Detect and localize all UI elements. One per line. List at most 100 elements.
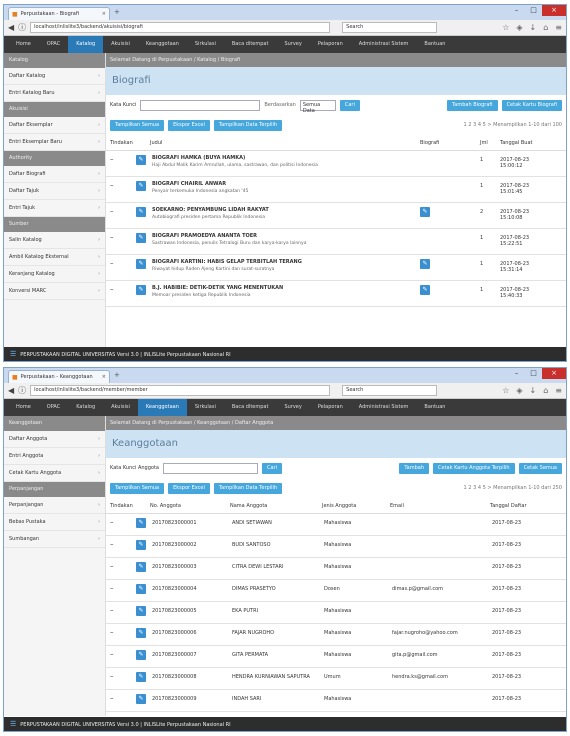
sidebar-item[interactable]: Daftar Tajuk › xyxy=(4,183,105,200)
export-excel-button[interactable]: Ekspor Excel xyxy=(168,482,210,494)
col-date[interactable]: Tanggal Buat xyxy=(500,140,532,146)
sidebar-item[interactable]: Konversi MARC › xyxy=(4,283,105,300)
edit-icon[interactable]: ✎ xyxy=(136,694,146,704)
bio-title[interactable]: SOEKARNO: PENYAMBUNG LIDAH RAKYAT xyxy=(152,207,420,213)
menu-item[interactable]: Keanggotaan xyxy=(137,399,187,416)
search-button[interactable]: Cari xyxy=(261,462,282,474)
show-all-button[interactable]: Tampilkan Semua xyxy=(110,119,165,131)
col-member-no[interactable]: No. Anggota xyxy=(150,503,230,509)
menu-item[interactable]: Baca ditempat xyxy=(224,399,277,416)
shield-icon[interactable]: ◈ xyxy=(516,386,522,395)
bio-title[interactable]: BIOGRAFI HAMKA (BUYA HAMKA) xyxy=(152,155,420,161)
back-icon[interactable]: ◀ xyxy=(8,386,14,395)
download-icon[interactable]: ↓ xyxy=(530,386,537,395)
edit-icon[interactable]: ✎ xyxy=(136,606,146,616)
info-icon[interactable]: ⓘ xyxy=(18,385,26,396)
collapse-icon[interactable]: – xyxy=(110,155,122,163)
home-icon[interactable]: ⌂ xyxy=(543,23,548,32)
menu-item[interactable]: Bantuan xyxy=(416,36,453,53)
browser-tab[interactable]: ■ Perpustakaan - Keanggotaan × xyxy=(8,370,110,383)
document-icon[interactable]: ✎ xyxy=(420,207,430,217)
star-icon[interactable]: ☆ xyxy=(502,386,509,395)
sidebar-item[interactable]: Entri Eksemplar Baru › xyxy=(4,134,105,151)
shield-icon[interactable]: ◈ xyxy=(516,23,522,32)
col-member-type[interactable]: Jenis Anggota xyxy=(322,503,390,509)
collapse-icon[interactable]: – xyxy=(110,650,122,658)
browser-search-input[interactable]: Search xyxy=(342,22,438,33)
pagination[interactable]: 1 2 3 4 5 > Menampilkan 1-10 dari 100 xyxy=(464,122,562,128)
sidebar-item[interactable]: Daftar Eksemplar › xyxy=(4,117,105,134)
menu-item[interactable]: Akuisisi xyxy=(103,399,138,416)
edit-icon[interactable]: ✎ xyxy=(136,155,146,165)
url-bar[interactable]: localhost/inlislite3/backend/akuisisi/bi… xyxy=(30,22,331,33)
edit-icon[interactable]: ✎ xyxy=(136,650,146,660)
collapse-icon[interactable]: – xyxy=(110,518,122,526)
show-all-button[interactable]: Tampilkan Semua xyxy=(110,482,165,494)
edit-icon[interactable]: ✎ xyxy=(136,540,146,550)
collapse-icon[interactable]: – xyxy=(110,584,122,592)
maximize-icon[interactable]: □ xyxy=(525,368,542,379)
show-selected-button[interactable]: Tampilkan Data Terpilih xyxy=(213,482,283,494)
edit-icon[interactable]: ✎ xyxy=(136,672,146,682)
new-tab-icon[interactable]: + xyxy=(114,8,120,16)
sidebar-item[interactable]: Perpanjangan › xyxy=(4,497,105,514)
pagination[interactable]: 1 2 3 4 5 > Menampilkan 1-10 dari 250 xyxy=(464,485,562,491)
col-member-name[interactable]: Nama Anggota xyxy=(230,503,322,509)
menu-item[interactable]: Katalog xyxy=(68,399,103,416)
menu-icon[interactable]: ≡ xyxy=(555,23,562,32)
show-selected-button[interactable]: Tampilkan Data Terpilih xyxy=(213,119,283,131)
collapse-icon[interactable]: – xyxy=(110,285,122,293)
add-biografi-button[interactable]: Tambah Biografi xyxy=(447,99,498,111)
bio-title[interactable]: BIOGRAFI KARTINI: HABIS GELAP TERBITLAH … xyxy=(152,259,420,265)
menu-item[interactable]: Katalog xyxy=(68,36,104,53)
sidebar-item[interactable]: Cetak Kartu Anggota › xyxy=(4,465,105,482)
export-excel-button[interactable]: Ekspor Excel xyxy=(168,119,210,131)
url-bar[interactable]: localhost/inlislite3/backend/member/memb… xyxy=(30,385,331,396)
menu-item[interactable]: Home xyxy=(8,36,39,53)
edit-icon[interactable]: ✎ xyxy=(136,584,146,594)
collapse-icon[interactable]: – xyxy=(110,672,122,680)
print-all-button[interactable]: Cetak Semua xyxy=(518,462,562,474)
menu-item[interactable]: Pelaporan xyxy=(310,399,351,416)
maximize-icon[interactable]: □ xyxy=(525,5,542,16)
star-icon[interactable]: ☆ xyxy=(502,23,509,32)
sidebar-item[interactable]: Entri Tajuk › xyxy=(4,200,105,217)
menu-item[interactable]: Akuisisi xyxy=(103,36,138,53)
edit-icon[interactable]: ✎ xyxy=(136,518,146,528)
print-card-button[interactable]: Cetak Kartu Biografi xyxy=(501,99,562,111)
filter-select[interactable]: Semua Data xyxy=(299,99,336,114)
print-selected-card-button[interactable]: Cetak Kartu Anggota Terpilih xyxy=(433,462,515,474)
close-window-icon[interactable]: × xyxy=(542,368,566,379)
collapse-icon[interactable]: – xyxy=(110,259,122,267)
sidebar-item[interactable]: Ambil Katalog Eksternal › xyxy=(4,249,105,266)
edit-icon[interactable]: ✎ xyxy=(136,285,146,295)
back-icon[interactable]: ◀ xyxy=(8,23,14,32)
col-title[interactable]: Judul xyxy=(150,140,420,146)
menu-icon[interactable]: ≡ xyxy=(555,386,562,395)
browser-search-input[interactable]: Search xyxy=(342,385,438,396)
menu-item[interactable]: Baca ditempat xyxy=(224,36,277,53)
bio-title[interactable]: BIOGRAFI PRAMOEDYA ANANTA TOER xyxy=(152,233,420,239)
col-email[interactable]: Email xyxy=(390,503,490,509)
col-register-date[interactable]: Tanggal Daftar xyxy=(490,503,527,509)
menu-item[interactable]: Bantuan xyxy=(416,399,453,416)
collapse-icon[interactable]: – xyxy=(110,694,122,702)
menu-item[interactable]: Survey xyxy=(276,36,309,53)
edit-icon[interactable]: ✎ xyxy=(136,628,146,638)
collapse-icon[interactable]: – xyxy=(110,233,122,241)
menu-item[interactable]: Pelaporan xyxy=(310,36,351,53)
bio-title[interactable]: B.J. HABIBIE: DETIK-DETIK YANG MENENTUKA… xyxy=(152,285,420,291)
download-icon[interactable]: ↓ xyxy=(530,23,537,32)
menu-item[interactable]: Administrasi Sistem xyxy=(351,36,417,53)
menu-item[interactable]: OPAC xyxy=(39,399,68,416)
bio-title[interactable]: BIOGRAFI CHAIRIL ANWAR xyxy=(152,181,420,187)
close-window-icon[interactable]: × xyxy=(542,5,566,16)
info-icon[interactable]: ⓘ xyxy=(18,22,26,33)
menu-item[interactable]: Survey xyxy=(276,399,309,416)
menu-item[interactable]: Sirkulasi xyxy=(187,36,224,53)
new-tab-icon[interactable]: + xyxy=(114,371,120,379)
menu-item[interactable]: Administrasi Sistem xyxy=(351,399,417,416)
sidebar-item[interactable]: Daftar Katalog › xyxy=(4,68,105,85)
collapse-icon[interactable]: – xyxy=(110,207,122,215)
menu-item[interactable]: Sirkulasi xyxy=(187,399,224,416)
